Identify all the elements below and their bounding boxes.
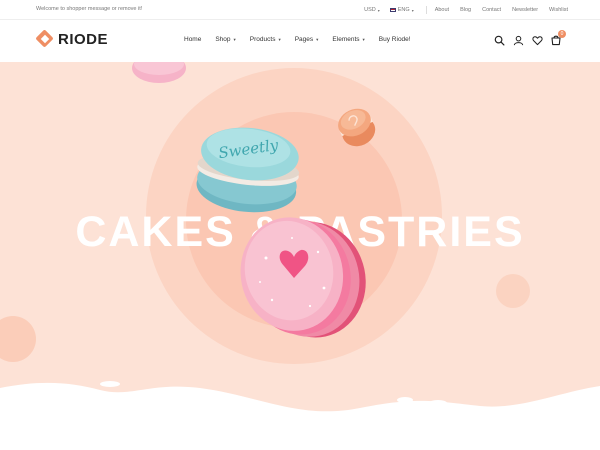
top-link-wishlist[interactable]: Wishlist	[549, 7, 568, 13]
logo[interactable]: RIODE	[35, 29, 109, 48]
currency-value: USD	[364, 7, 376, 13]
chevron-down-icon: ▾	[362, 36, 365, 42]
macaron-peach	[338, 108, 376, 147]
nav-item-label: Home	[184, 36, 202, 43]
top-link-blog[interactable]: Blog	[460, 7, 471, 13]
chevron-down-icon: ▾	[316, 36, 319, 42]
nav-item-products[interactable]: Products ▾	[250, 36, 281, 43]
cart-icon[interactable]: 0	[550, 30, 566, 46]
user-icon[interactable]	[512, 34, 524, 46]
nav-item-shop[interactable]: Shop ▾	[215, 36, 235, 43]
language-value: ENG	[397, 7, 410, 13]
top-link-about[interactable]: About	[435, 7, 449, 13]
chevron-down-icon: ▾	[411, 7, 414, 13]
nav-item-label: Products	[249, 36, 276, 43]
decor-circle	[0, 316, 36, 362]
nav-item-home[interactable]: Home	[184, 36, 201, 43]
divider	[425, 6, 427, 14]
decor-circle	[496, 274, 530, 308]
nav-item-label: Shop	[215, 36, 231, 43]
hero-wave-divider	[0, 381, 600, 450]
top-link-contact[interactable]: Contact	[482, 7, 501, 13]
nav-item-elements[interactable]: Elements ▾	[332, 36, 364, 43]
nav-item-buy-riode[interactable]: Buy Riode!	[379, 36, 411, 43]
nav-item-pages[interactable]: Pages ▾	[295, 36, 319, 43]
nav-item-label: Elements	[332, 36, 360, 43]
macaron-pink-heart	[240, 217, 366, 338]
nav-item-label: Pages	[294, 36, 314, 43]
cart-count-badge: 0	[558, 30, 566, 38]
logo-mark-icon	[35, 29, 54, 48]
language-select[interactable]: ENG ▾	[389, 7, 414, 13]
logo-text: RIODE	[58, 30, 109, 48]
top-link-newsletter[interactable]: Newsletter	[512, 7, 538, 13]
macaron-small-pink	[132, 62, 186, 83]
top-bar: Welcome to shopper message or remove it!…	[0, 0, 600, 20]
nav-item-label: Buy Riode!	[378, 36, 411, 43]
chevron-down-icon: ▾	[377, 7, 380, 13]
header-icons: 0	[486, 30, 566, 46]
hero-banner: CAKES & PASTRIES Sweetly	[0, 62, 600, 450]
chevron-down-icon: ▾	[233, 36, 236, 42]
chevron-down-icon: ▾	[278, 36, 281, 42]
heart-icon[interactable]	[531, 34, 543, 46]
main-header: RIODE Home Shop ▾ Products ▾ Pages ▾ Ele…	[0, 20, 600, 62]
search-icon[interactable]	[493, 34, 505, 46]
welcome-message: Welcome to shopper message or remove it!	[36, 6, 143, 12]
currency-select[interactable]: USD ▾	[364, 7, 380, 13]
top-bar-right: USD ▾ ENG ▾ About Blog Contact Newslette…	[364, 6, 568, 14]
us-flag-icon	[389, 8, 396, 12]
main-nav: Home Shop ▾ Products ▾ Pages ▾ Elements …	[184, 36, 425, 43]
